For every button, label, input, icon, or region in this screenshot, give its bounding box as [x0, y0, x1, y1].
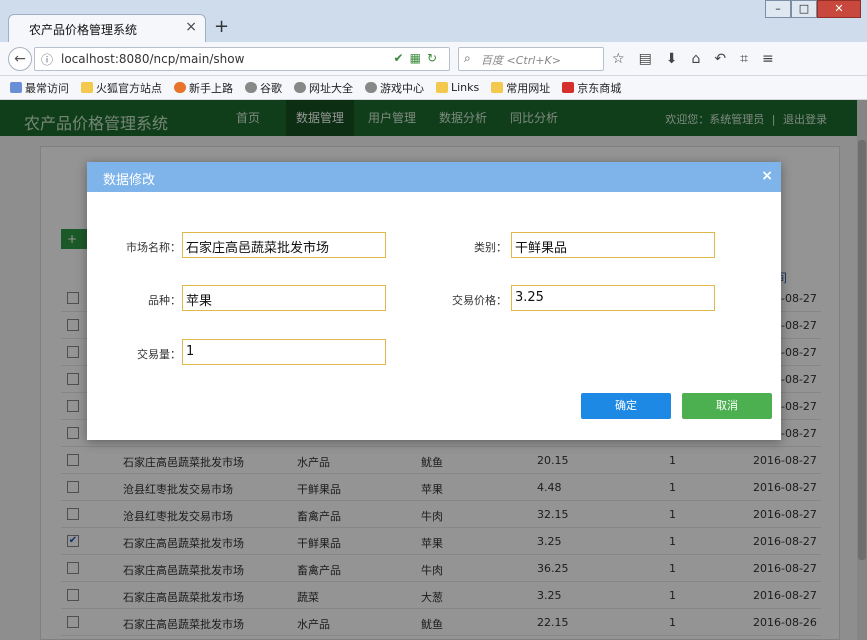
- tab-title: 农产品价格管理系统: [29, 23, 138, 37]
- back-icon[interactable]: ←: [8, 47, 32, 71]
- home-icon[interactable]: ⌂: [692, 51, 701, 67]
- quantity-field[interactable]: 1: [182, 339, 386, 365]
- market-field[interactable]: 石家庄高邑蔬菜批发市场: [182, 232, 386, 258]
- bookmark-icon: [10, 82, 22, 93]
- bookmarks-bar: 最常访问 火狐官方站点 新手上路 谷歌 网址大全 游戏中心 Links 常用网址…: [0, 76, 867, 100]
- search-icon: ⌕: [464, 51, 471, 65]
- search-placeholder: 百度 <Ctrl+K>: [481, 54, 561, 67]
- variety-label: 品种：: [148, 294, 181, 307]
- browser-tab[interactable]: 农产品价格管理系统 ×: [8, 14, 206, 42]
- browser-tabstrip: 农产品价格管理系统 × + – □ ✕: [0, 0, 867, 42]
- download-icon[interactable]: ⬇: [666, 51, 678, 67]
- bookmark-item[interactable]: 常用网址: [491, 80, 550, 96]
- bookmark-item[interactable]: 京东商城: [562, 80, 621, 96]
- bookmark-item[interactable]: 火狐官方站点: [81, 80, 162, 96]
- bookmark-star-icon[interactable]: ☆: [612, 51, 625, 67]
- price-field[interactable]: 3.25: [511, 285, 715, 311]
- folder-icon: [436, 82, 448, 93]
- bookmark-item[interactable]: 网址大全: [294, 80, 353, 96]
- window-close-button[interactable]: ✕: [817, 0, 861, 18]
- bookmark-item[interactable]: 谷歌: [245, 80, 282, 96]
- globe-icon: [294, 82, 306, 93]
- category-field[interactable]: 干鲜果品: [511, 232, 715, 258]
- search-input[interactable]: ⌕ 百度 <Ctrl+K>: [458, 47, 604, 71]
- maximize-button[interactable]: □: [791, 0, 817, 18]
- edit-dialog: 数据修改 × 市场名称： 石家庄高邑蔬菜批发市场 类别： 干鲜果品 品种： 苹果…: [87, 162, 781, 440]
- crop-icon[interactable]: ⌗: [740, 51, 748, 67]
- cancel-button[interactable]: 取消: [682, 393, 772, 419]
- reading-list-icon[interactable]: ▤: [639, 51, 652, 67]
- undo-icon[interactable]: ↶: [714, 51, 726, 67]
- menu-icon[interactable]: ≡: [762, 51, 774, 67]
- bookmark-item[interactable]: 最常访问: [10, 80, 69, 96]
- dialog-title: 数据修改: [103, 173, 156, 188]
- browser-navbar: ← ⓘ localhost:8080/ncp/main/show ✔▦↻ ⌕ 百…: [0, 42, 867, 76]
- window-controls: – □ ✕: [765, 0, 861, 18]
- url-bar[interactable]: ⓘ localhost:8080/ncp/main/show ✔▦↻: [34, 47, 450, 71]
- dialog-header: 数据修改 ×: [87, 162, 781, 192]
- firefox-icon: [174, 82, 186, 93]
- quantity-label: 交易量：: [137, 348, 181, 361]
- confirm-button[interactable]: 确定: [581, 393, 671, 419]
- minimize-button[interactable]: –: [765, 0, 791, 18]
- close-icon[interactable]: ×: [761, 168, 773, 184]
- url-text: localhost:8080/ncp/main/show: [61, 52, 245, 66]
- category-label: 类别：: [474, 241, 507, 254]
- variety-field[interactable]: 苹果: [182, 285, 386, 311]
- globe-icon: [245, 82, 257, 93]
- bookmark-item[interactable]: 新手上路: [174, 80, 233, 96]
- toolbar-icons: ☆ ▤ ⬇ ⌂ ↶ ⌗ ≡: [612, 51, 774, 67]
- new-tab-button[interactable]: +: [214, 16, 229, 37]
- jd-icon: [562, 82, 575, 93]
- market-label: 市场名称：: [126, 241, 181, 254]
- folder-icon: [491, 82, 504, 93]
- bookmark-item[interactable]: Links: [436, 81, 479, 94]
- globe-icon: [365, 82, 377, 93]
- price-label: 交易价格：: [452, 294, 507, 307]
- tab-close-icon[interactable]: ×: [185, 19, 197, 35]
- info-icon[interactable]: ⓘ: [41, 51, 53, 68]
- bookmark-item[interactable]: 游戏中心: [365, 80, 424, 96]
- url-action-icons[interactable]: ✔▦↻: [394, 51, 443, 65]
- folder-icon: [81, 82, 93, 93]
